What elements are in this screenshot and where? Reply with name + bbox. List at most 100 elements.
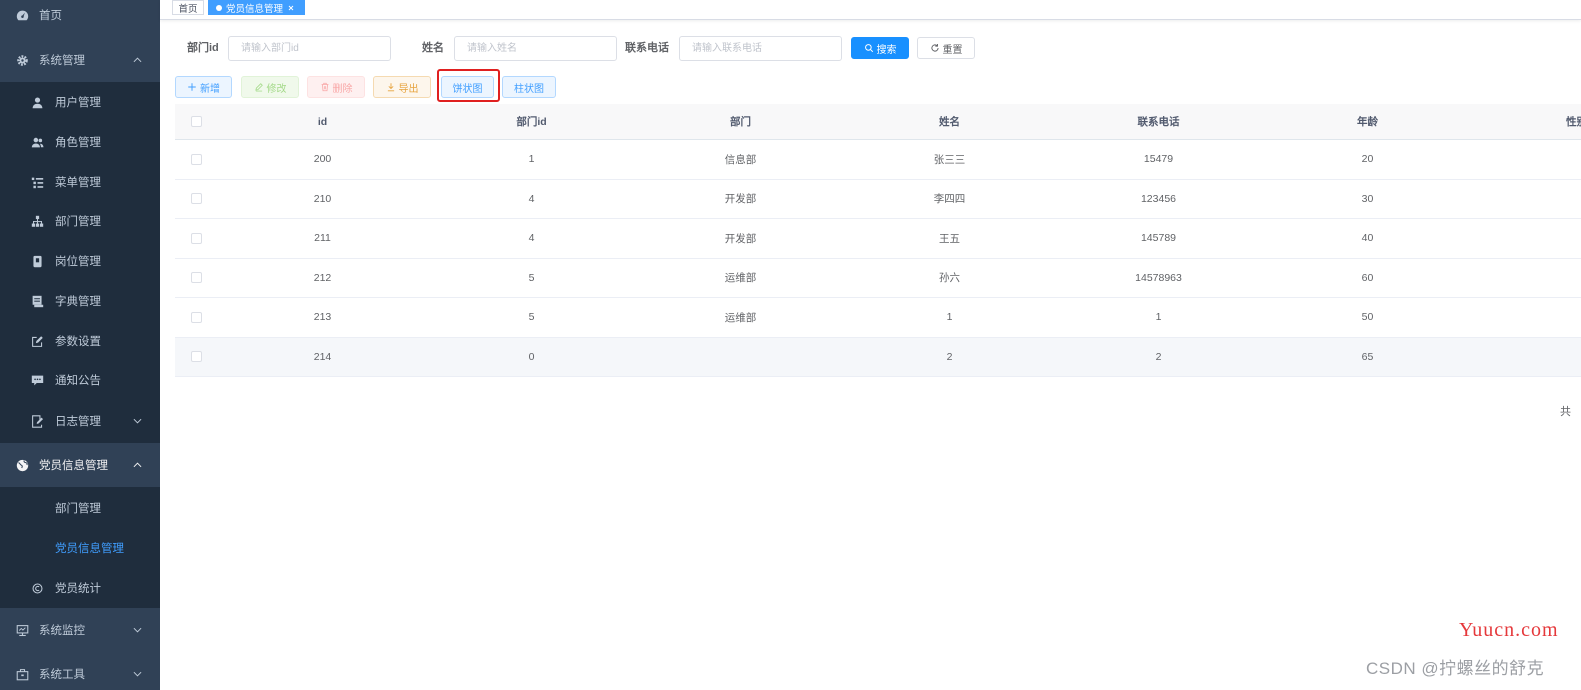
sidebar-item-label: 党员信息管理 [55,543,124,555]
table-row[interactable]: 214 0 2 2 65 [175,337,1581,377]
plus-icon [187,82,197,92]
sidebar-item-notices[interactable]: 通知公告 [0,360,160,400]
edit-button[interactable]: 修改 [241,76,299,98]
cell-dept: 开发部 [724,232,757,245]
sidebar-item-label: 部门管理 [55,503,101,515]
sidebar-item-label: 参数设置 [55,336,101,348]
user-icon [31,82,44,122]
sidebar-item-label: 字典管理 [55,296,101,308]
cell-id: 212 [313,271,332,284]
cell-phone: 1 [1155,311,1162,324]
sidebar-item-party[interactable]: 党员信息管理 [0,443,160,487]
cell-id: 200 [313,153,332,166]
tag-party-info[interactable]: 党员信息管理 [208,0,305,15]
column-header-dept: 部门 [730,116,751,128]
cell-dept-id: 5 [528,271,535,284]
sidebar-item-system[interactable]: 系统管理 [0,38,160,82]
search-icon [864,43,874,53]
sidebar-item-label: 部门管理 [55,216,101,228]
row-checkbox[interactable] [191,193,202,205]
sidebar-item-label: 角色管理 [55,137,101,149]
row-checkbox[interactable] [191,351,202,363]
cell-phone: 14578963 [1135,271,1182,284]
column-header-name: 姓名 [939,116,960,128]
dashboard-icon [16,0,29,30]
table-row[interactable]: 200 1 信息部 张三三 15479 20 [175,140,1581,180]
sidebar-item-monitor[interactable]: 系统监控 [0,608,160,652]
name-input[interactable] [454,36,617,61]
tool-icon [16,652,29,690]
log-icon [31,401,44,441]
sidebar-item-logs[interactable]: 日志管理 [0,401,160,441]
cell-name: 李四四 [933,193,966,206]
sidebar-item-label: 岗位管理 [55,256,101,268]
sidebar-item-dicts[interactable]: 字典管理 [0,281,160,321]
pencil-icon [254,82,264,92]
edit-icon [31,321,44,361]
message-icon [31,360,44,400]
cell-age: 60 [1361,271,1374,284]
tag-home[interactable]: 首页 [172,0,204,15]
cell-age: 50 [1361,311,1374,324]
peoples-icon [31,122,44,162]
row-checkbox[interactable] [191,311,202,323]
monitor-icon [16,608,29,652]
reset-button[interactable]: 重置 [917,37,975,59]
cell-dept: 开发部 [724,193,757,206]
sidebar-item-posts[interactable]: 岗位管理 [0,241,160,281]
cell-dept-id: 4 [528,192,535,205]
cell-gender [1472,259,1581,298]
sidebar: 首页 系统管理 用户管理 角色管理 菜单管理 部门管理 岗位管理 字典管理 参数… [0,0,160,690]
sidebar-item-home[interactable]: 首页 [0,0,160,30]
table-row[interactable]: 210 4 开发部 李四四 123456 30 [175,180,1581,219]
cell-dept-id: 5 [528,311,535,324]
row-checkbox[interactable] [191,272,202,284]
bar-chart-button[interactable]: 柱状图 [502,76,556,98]
sidebar-item-roles[interactable]: 角色管理 [0,122,160,162]
sidebar-item-depts[interactable]: 部门管理 [0,201,160,241]
select-all-checkbox[interactable] [191,116,202,127]
tags-view-bar: 首页 党员信息管理 [160,0,1581,20]
tag-label: 党员信息管理 [226,3,284,15]
sidebar-item-label: 系统管理 [39,55,85,67]
table-row[interactable]: 213 5 运维部 1 1 50 [175,298,1581,338]
cell-id: 210 [313,192,332,205]
sidebar-item-users[interactable]: 用户管理 [0,82,160,122]
chevron-down-icon [133,608,142,652]
tree-table-icon [31,162,44,202]
row-select-cell [175,338,218,377]
add-button[interactable]: 新增 [175,76,232,98]
export-button[interactable]: 导出 [373,76,431,98]
cell-age: 30 [1361,192,1374,205]
sidebar-item-tool[interactable]: 系统工具 [0,652,160,690]
sidebar-item-party-stats[interactable]: 党员统计 [0,568,160,608]
row-checkbox[interactable] [191,232,202,244]
row-checkbox[interactable] [191,153,202,165]
delete-button-label: 删除 [332,83,353,95]
row-select-cell [175,298,218,337]
cell-dept-id: 0 [528,350,535,363]
sidebar-item-party-info[interactable]: 党员信息管理 [0,528,160,568]
cell-id: 213 [313,311,332,324]
delete-button[interactable]: 删除 [307,76,365,98]
sidebar-item-label: 党员信息管理 [39,460,108,472]
table-row[interactable]: 211 4 开发部 王五 145789 40 [175,219,1581,259]
close-icon[interactable] [287,4,295,12]
search-button[interactable]: 搜索 [851,37,909,59]
edit-button-label: 修改 [266,83,287,95]
chevron-down-icon [133,652,142,690]
dept-id-input[interactable] [228,36,391,61]
search-button-label: 搜索 [876,44,897,56]
data-table: id部门id部门姓名联系电话年龄性别 2001信息部张三三15479202104… [175,104,1581,378]
sidebar-item-label: 系统工具 [39,669,85,681]
cell-age: 65 [1361,350,1374,363]
table-row[interactable]: 212 5 运维部 孙六 14578963 60 [175,259,1581,298]
sidebar-item-menus[interactable]: 菜单管理 [0,162,160,202]
cell-dept [636,338,845,377]
sidebar-item-params[interactable]: 参数设置 [0,321,160,361]
sidebar-item-label: 日志管理 [55,416,101,428]
phone-input[interactable] [679,36,842,61]
cell-dept: 信息部 [724,153,757,166]
gear-icon [16,38,29,82]
sidebar-item-party-depts[interactable]: 部门管理 [0,488,160,528]
